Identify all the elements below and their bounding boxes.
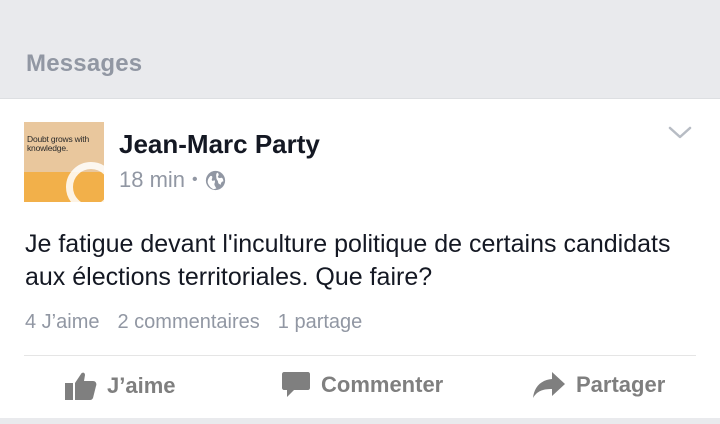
avatar[interactable]: Doubt grows with knowledge. — [24, 122, 104, 202]
like-button[interactable]: J’aime — [64, 370, 176, 401]
likes-count[interactable]: 4 J’aime — [25, 311, 99, 334]
shares-count[interactable]: 1 partage — [278, 311, 363, 334]
share-arrow-icon — [533, 372, 565, 398]
avatar-text: Doubt grows with knowledge. — [27, 134, 89, 153]
comments-count[interactable]: 2 commentaires — [117, 311, 259, 334]
author-name[interactable]: Jean-Marc Party — [119, 129, 320, 160]
header-title: Messages — [26, 50, 143, 77]
globe-icon — [205, 170, 225, 190]
chevron-down-icon[interactable] — [668, 125, 692, 141]
post-meta: 18 min • — [119, 167, 226, 193]
post-card: Doubt grows with knowledge. Jean-Marc Pa… — [0, 98, 720, 419]
post-actions: J’aime Commenter Partager — [0, 356, 720, 417]
share-label: Partager — [576, 372, 666, 397]
thumbs-up-icon — [65, 372, 97, 400]
messages-header: Messages — [0, 0, 720, 98]
post-time[interactable]: 18 min — [119, 167, 185, 193]
comment-label: Commenter — [321, 372, 444, 397]
share-button[interactable]: Partager — [532, 370, 665, 400]
comment-icon — [282, 372, 310, 397]
comment-button[interactable]: Commenter — [281, 370, 443, 400]
bottom-strip — [0, 418, 720, 424]
like-label: J’aime — [107, 372, 176, 398]
meta-separator: • — [192, 171, 198, 188]
post-stats: 4 J’aime 2 commentaires 1 partage — [25, 311, 362, 334]
post-text: Je fatigue devant l'inculture politique … — [25, 230, 671, 291]
